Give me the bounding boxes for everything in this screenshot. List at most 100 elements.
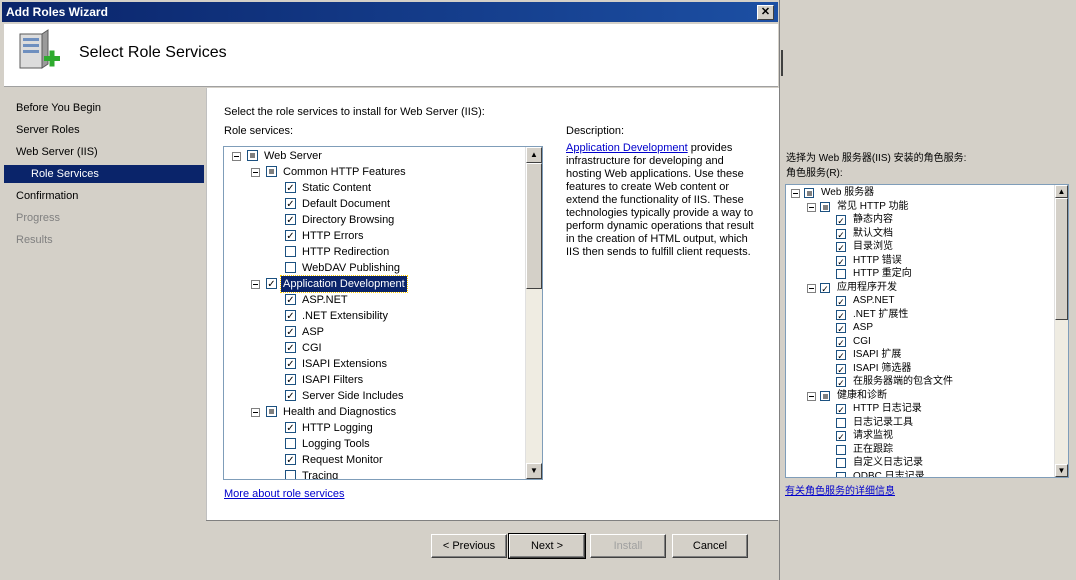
tree-item-label: WebDAV Publishing	[302, 262, 401, 274]
nav-step-before-you-begin[interactable]: Before You Begin	[16, 99, 101, 117]
checkbox[interactable]	[836, 458, 846, 468]
tree-item-label: Directory Browsing	[302, 214, 395, 226]
cn-scroll-down-button[interactable]: ▼	[1055, 464, 1068, 477]
checkbox[interactable]: ✓	[836, 431, 846, 442]
checkbox[interactable]: ✓	[836, 309, 846, 321]
next-button[interactable]: Next >	[508, 533, 586, 559]
checkbox[interactable]	[820, 390, 830, 401]
title-bar[interactable]: Add Roles Wizard ✕	[2, 2, 778, 22]
tree-item-label: 在服务器端的包含文件	[853, 376, 953, 387]
collapse-icon[interactable]	[251, 408, 260, 417]
checkbox[interactable]	[836, 444, 846, 455]
role-services-label: Role services:	[224, 125, 294, 137]
collapse-icon[interactable]	[807, 283, 816, 293]
role-services-tree[interactable]: Web Server Common HTTP Features ✓ Static Co…	[223, 146, 543, 480]
checkbox[interactable]	[836, 269, 846, 279]
collapse-icon[interactable]	[232, 152, 241, 161]
checkbox[interactable]	[247, 150, 258, 161]
checkbox[interactable]: ✓	[836, 323, 846, 334]
checkbox[interactable]	[836, 471, 846, 477]
tree-item-label: ISAPI Filters	[302, 374, 364, 386]
wizard-steps-nav: Before You Begin Server Roles Web Server…	[4, 88, 204, 576]
checkbox[interactable]: ✓	[285, 294, 296, 306]
checkbox[interactable]: ✓	[285, 358, 296, 370]
checkbox[interactable]: ✓	[285, 198, 296, 210]
previous-button[interactable]: < Previous	[431, 534, 507, 558]
checkbox[interactable]	[285, 262, 296, 273]
button-separator	[206, 520, 778, 521]
tree-item-label: ISAPI 筛选器	[853, 362, 912, 374]
scroll-thumb[interactable]	[526, 163, 542, 289]
cn-tree-scrollbar[interactable]: ▲ ▼	[1054, 185, 1068, 477]
checkbox[interactable]	[266, 406, 277, 417]
checkbox[interactable]: ✓	[836, 336, 846, 348]
checkbox[interactable]: ✓	[820, 282, 830, 294]
checkbox[interactable]: ✓	[285, 374, 296, 386]
window-title: Add Roles Wizard	[6, 5, 108, 19]
close-button[interactable]: ✕	[757, 5, 774, 20]
checkbox[interactable]: ✓	[285, 342, 296, 354]
tree-item-label: Server Side Includes	[302, 390, 404, 402]
checkbox[interactable]: ✓	[836, 377, 846, 388]
tree-item-label: ISAPI 扩展	[853, 349, 902, 360]
tree-scrollbar[interactable]: ▲ ▼	[525, 147, 542, 479]
checkbox[interactable]: ✓	[285, 230, 296, 242]
tree-item-label: Web Server	[264, 150, 322, 162]
collapse-icon[interactable]	[251, 168, 260, 177]
tree-item-label: Default Document	[302, 198, 391, 210]
checkbox[interactable]: ✓	[266, 278, 277, 290]
checkbox[interactable]: ✓	[285, 326, 296, 338]
more-about-role-services-link[interactable]: More about role services	[224, 488, 344, 500]
checkbox[interactable]: ✓	[836, 404, 846, 415]
tree-item-label: ASP	[853, 322, 874, 333]
scroll-down-button[interactable]: ▼	[526, 463, 542, 479]
server-add-icon	[19, 29, 60, 69]
cn-scroll-thumb[interactable]	[1055, 198, 1068, 320]
tree-item-label: 应用程序开发	[837, 281, 897, 293]
checkbox[interactable]: ✓	[285, 390, 296, 402]
checkbox[interactable]: ✓	[836, 296, 846, 307]
checkbox[interactable]: ✓	[285, 422, 296, 434]
checkbox[interactable]: ✓	[285, 182, 296, 194]
checkbox[interactable]	[820, 201, 830, 212]
checkbox[interactable]: ✓	[836, 228, 846, 240]
cn-role-services-tree[interactable]: Web 服务器 常见 HTTP 功能 ✓ 静态内容 ✓ 默认文档 ✓ 目录浏览 ✓ HTTP 错误…	[785, 184, 1069, 478]
description-label: Description:	[566, 125, 625, 137]
description-body: provides infrastructure for developing a…	[566, 142, 754, 258]
nav-step-web-server[interactable]: Web Server (IIS)	[16, 143, 98, 161]
tree-item-label: .NET 扩展性	[853, 308, 909, 320]
checkbox[interactable]	[266, 166, 277, 177]
checkbox[interactable]: ✓	[836, 215, 846, 226]
checkbox[interactable]: ✓	[836, 363, 846, 375]
collapse-icon[interactable]	[791, 189, 800, 198]
cancel-button[interactable]: Cancel	[672, 534, 748, 558]
cn-scroll-up-button[interactable]: ▲	[1055, 185, 1068, 198]
nav-step-server-roles[interactable]: Server Roles	[16, 121, 80, 139]
description-text: Application Development provides infrast…	[566, 142, 762, 259]
checkbox[interactable]: ✓	[836, 255, 846, 267]
checkbox[interactable]: ✓	[285, 454, 296, 466]
tree-item-label: 正在跟踪	[853, 443, 893, 455]
checkbox[interactable]: ✓	[836, 242, 846, 253]
collapse-icon[interactable]	[807, 391, 816, 401]
tree-item-label: 健康和诊断	[837, 389, 887, 401]
cn-more-about-role-services-link[interactable]: 有关角色服务的详细信息	[785, 482, 895, 497]
checkbox[interactable]: ✓	[836, 350, 846, 361]
tree-item-label: CGI	[302, 342, 322, 354]
checkbox[interactable]	[285, 470, 296, 479]
checkbox[interactable]: ✓	[285, 214, 296, 226]
nav-step-role-services[interactable]: Role Services	[31, 165, 99, 183]
collapse-icon[interactable]	[251, 280, 260, 289]
tree-item-label: 常见 HTTP 功能	[837, 200, 909, 212]
application-development-link[interactable]: Application Development	[566, 142, 688, 154]
collapse-icon[interactable]	[807, 202, 816, 212]
scroll-up-button[interactable]: ▲	[526, 147, 542, 163]
checkbox[interactable]	[836, 417, 846, 428]
checkbox[interactable]	[285, 438, 296, 449]
wizard-header: Select Role Services	[4, 24, 778, 87]
checkbox[interactable]: ✓	[285, 310, 296, 322]
tree-item-label: HTTP 错误	[853, 254, 902, 266]
checkbox[interactable]	[285, 246, 296, 257]
nav-step-confirmation[interactable]: Confirmation	[16, 187, 78, 205]
checkbox[interactable]	[804, 188, 814, 198]
